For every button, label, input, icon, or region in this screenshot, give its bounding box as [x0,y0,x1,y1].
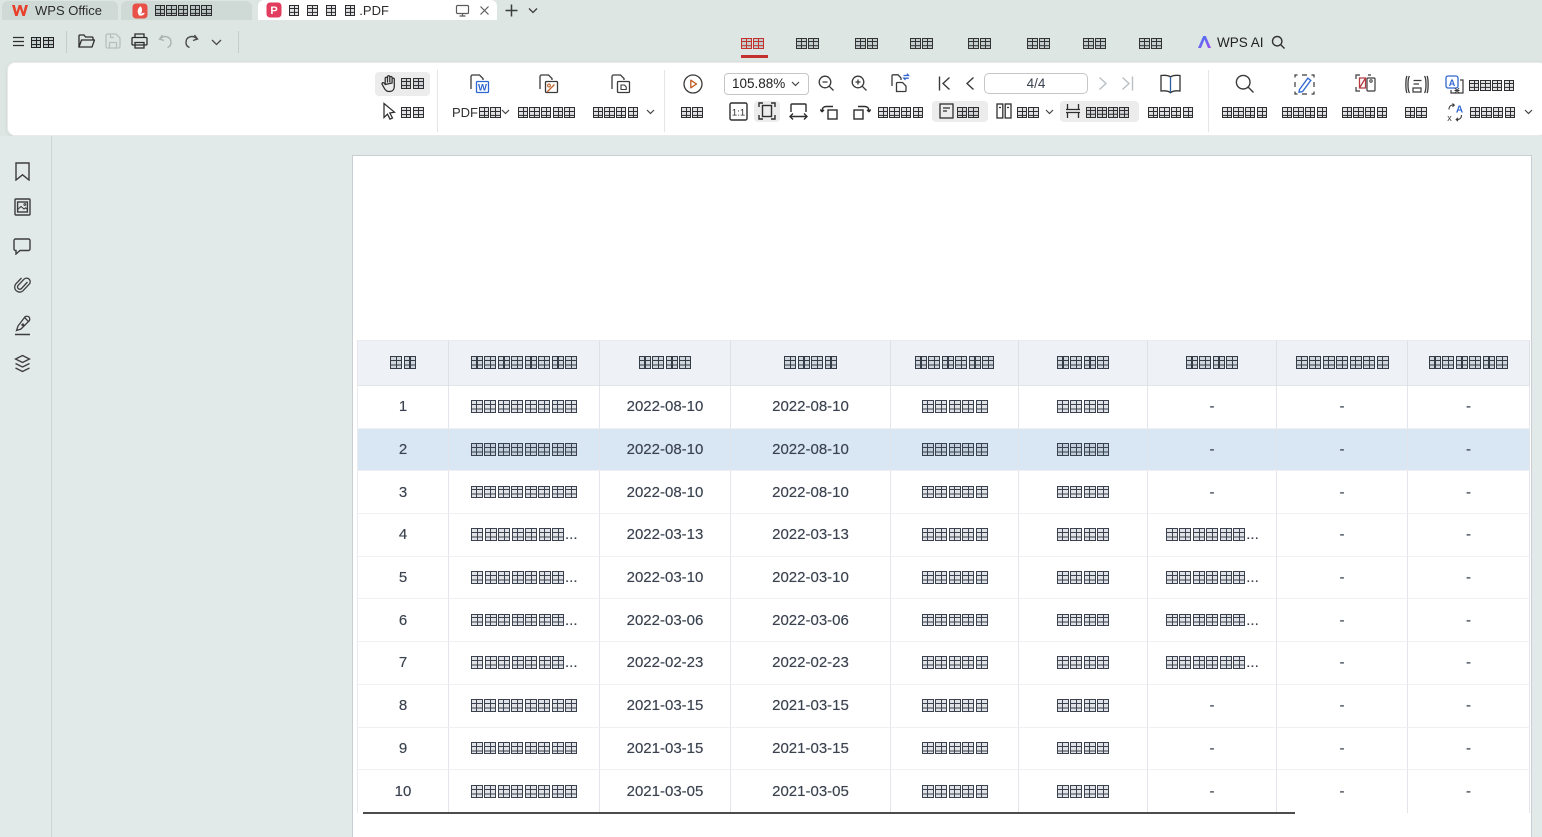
svg-text:W: W [478,83,487,94]
svg-text:P: P [270,5,277,17]
svg-text:A: A [1449,78,1456,88]
svg-text:x: x [1447,113,1452,122]
svg-text:A: A [1456,105,1463,116]
svg-text:1:1: 1:1 [732,108,745,119]
